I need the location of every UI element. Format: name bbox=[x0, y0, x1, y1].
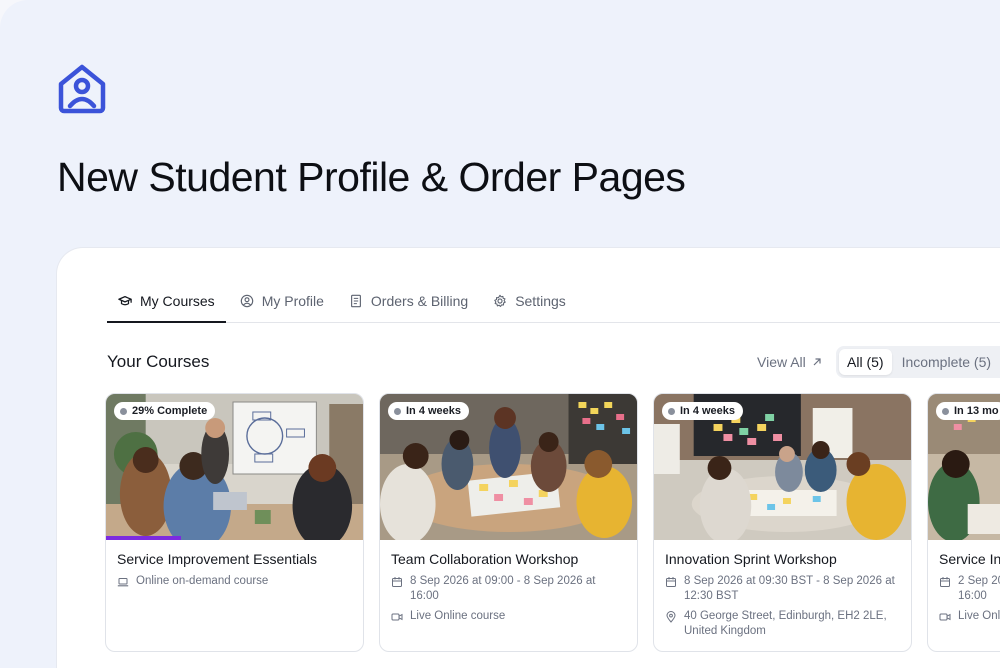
course-card[interactable]: 29% Complete Service Improvement Essenti… bbox=[105, 393, 364, 652]
filter-all[interactable]: All (5) bbox=[839, 349, 892, 375]
course-filter: All (5) Incomplete (5) bbox=[836, 346, 1000, 378]
course-meta: Online on-demand course bbox=[117, 574, 353, 589]
arrow-up-right-icon bbox=[813, 358, 821, 366]
video-icon bbox=[391, 613, 403, 621]
status-dot bbox=[394, 407, 401, 415]
status-dot bbox=[668, 407, 675, 415]
laptop-icon bbox=[117, 578, 129, 587]
badge-label: In 4 weeks bbox=[406, 405, 462, 417]
receipt-icon bbox=[350, 294, 361, 308]
student-portal-panel: My Courses My Profile Orders & Billing S… bbox=[57, 248, 1000, 668]
status-dot bbox=[120, 407, 127, 415]
graduation-cap-icon bbox=[118, 295, 132, 305]
promo-stage: New Student Profile & Order Pages My Cou… bbox=[0, 0, 1000, 668]
map-pin-icon bbox=[666, 611, 676, 623]
course-card[interactable]: In 13 mo Service In 2 Sep 2027 at 09:00 … bbox=[927, 393, 1000, 652]
house-user-icon bbox=[58, 64, 106, 114]
tab-settings[interactable]: Settings bbox=[482, 280, 577, 322]
user-circle-icon bbox=[240, 294, 253, 308]
page-headline: New Student Profile & Order Pages bbox=[57, 154, 686, 200]
course-meta: 8 Sep 2026 at 09:30 BST - 8 Sep 2026 at … bbox=[665, 574, 901, 604]
course-title: Service Improvement Essentials bbox=[117, 551, 317, 567]
tab-my-courses[interactable]: My Courses bbox=[107, 280, 226, 323]
course-image: 29% Complete bbox=[106, 394, 363, 540]
status-badge: In 4 weeks bbox=[662, 402, 744, 420]
course-card[interactable]: In 4 weeks Team Collaboration Workshop 8… bbox=[379, 393, 638, 652]
video-icon bbox=[939, 613, 951, 621]
course-meta: Live Onl bbox=[939, 609, 1000, 624]
calendar-icon bbox=[392, 577, 402, 587]
view-all-link[interactable]: View All bbox=[757, 354, 822, 370]
course-title: Team Collaboration Workshop bbox=[391, 551, 579, 567]
course-card[interactable]: In 4 weeks Innovation Sprint Workshop 8 … bbox=[653, 393, 912, 652]
course-image: In 13 mo bbox=[928, 394, 1000, 540]
meta-text: 8 Sep 2026 at 09:30 BST - 8 Sep 2026 at … bbox=[684, 575, 895, 602]
status-badge: 29% Complete bbox=[114, 402, 216, 420]
tab-label: Orders & Billing bbox=[370, 293, 469, 309]
badge-label: In 4 weeks bbox=[680, 405, 736, 417]
calendar-icon bbox=[940, 577, 950, 587]
meta-text: 8 Sep 2026 at 09:00 - 8 Sep 2026 at 16:0… bbox=[410, 575, 596, 602]
tab-label: My Courses bbox=[140, 292, 215, 309]
status-dot bbox=[942, 407, 949, 415]
course-title: Service In bbox=[939, 551, 1000, 567]
filter-incomplete[interactable]: Incomplete (5) bbox=[894, 349, 999, 375]
course-image: In 4 weeks bbox=[380, 394, 637, 540]
tab-label: Settings bbox=[515, 293, 566, 309]
course-progress-bar bbox=[106, 536, 181, 540]
tab-orders-billing[interactable]: Orders & Billing bbox=[338, 280, 479, 322]
course-meta: Live Online course bbox=[391, 609, 627, 624]
account-tabs: My Courses My Profile Orders & Billing S… bbox=[107, 280, 1000, 323]
course-meta: 2 Sep 2027 at 09:00 - 2 Sep 2027 at 16:0… bbox=[939, 574, 1000, 604]
meta-text: 2 Sep 2027 at 09:00 - 2 Sep 2027 at 16:0… bbox=[958, 575, 1000, 602]
badge-label: 29% Complete bbox=[132, 405, 208, 417]
calendar-icon bbox=[666, 577, 676, 587]
gear-icon bbox=[494, 294, 506, 307]
meta-text: 40 George Street, Edinburgh, EH2 2LE, Un… bbox=[684, 610, 887, 637]
view-all-label: View All bbox=[757, 354, 806, 370]
badge-label: In 13 mo bbox=[954, 405, 999, 417]
course-meta: 40 George Street, Edinburgh, EH2 2LE, Un… bbox=[665, 609, 901, 639]
tab-label: My Profile bbox=[261, 293, 324, 309]
meta-text: Online on-demand course bbox=[136, 575, 269, 587]
meta-text: Live Online course bbox=[410, 610, 506, 622]
status-badge: In 13 mo bbox=[936, 402, 1000, 420]
meta-text: Live Onl bbox=[958, 610, 1000, 622]
section-title: Your Courses bbox=[107, 352, 210, 371]
course-meta: 8 Sep 2026 at 09:00 - 8 Sep 2026 at 16:0… bbox=[391, 574, 627, 604]
course-image: In 4 weeks bbox=[654, 394, 911, 540]
course-title: Innovation Sprint Workshop bbox=[665, 551, 837, 567]
status-badge: In 4 weeks bbox=[388, 402, 470, 420]
tab-my-profile[interactable]: My Profile bbox=[229, 280, 335, 322]
